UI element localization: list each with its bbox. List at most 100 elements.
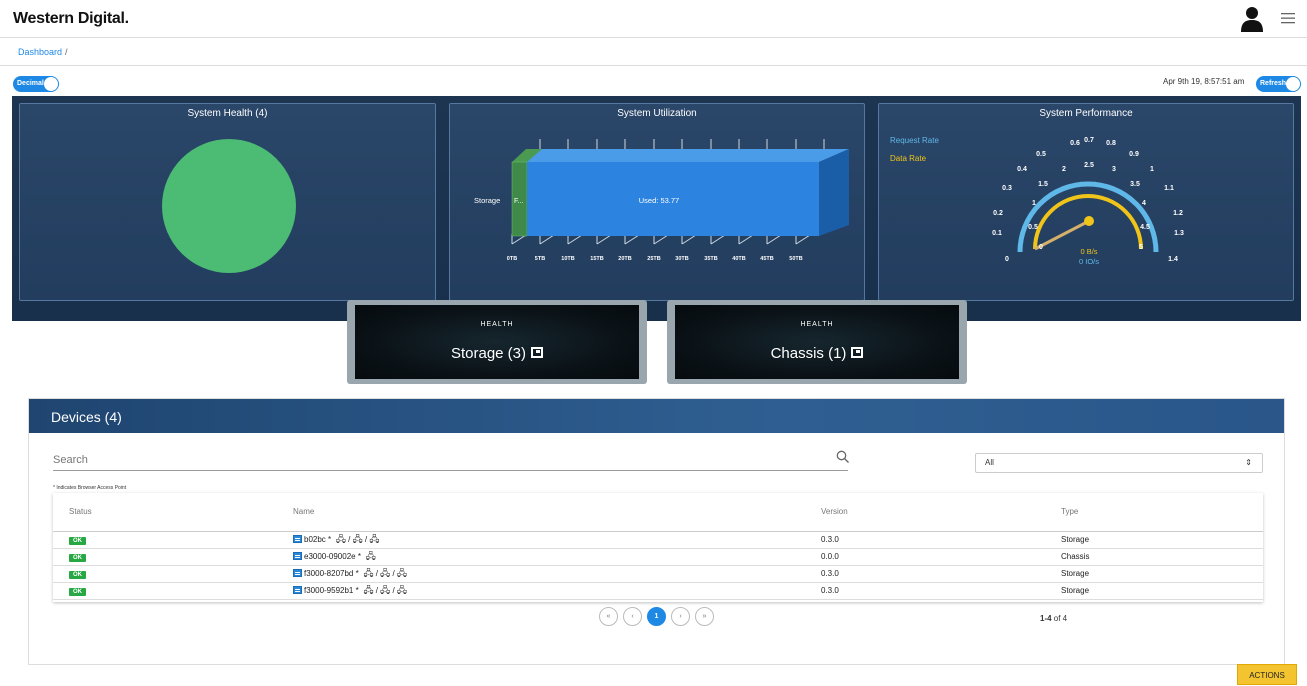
inner-tick-label: 4.5 — [1140, 224, 1150, 231]
pagination-range: 1-4 of 4 — [1040, 614, 1067, 623]
outer-tick-label: 1 — [1150, 166, 1154, 173]
next-page-button[interactable]: › — [671, 607, 690, 626]
outer-tick-label: 0.6 — [1070, 140, 1080, 147]
axis-tick-label: 40TB — [732, 256, 745, 262]
performance-gauge[interactable]: Request Rate Data Rate 0 0.1 0.2 0.3 0.4… — [879, 104, 1295, 302]
column-header-version[interactable]: Version — [821, 493, 1061, 532]
utilization-3d-bar-chart[interactable]: Storage F... Used: 53.77 0TB 5TB 10TB 15… — [450, 104, 866, 302]
inner-scale-ticks: 0 0.5 1 1.5 2 2.5 3 3.5 4 4.5 5 — [1028, 162, 1150, 251]
device-name-link[interactable]: b02bc * — [304, 535, 331, 544]
hamburger-menu-icon[interactable] — [1280, 10, 1296, 26]
western-digital-logo[interactable]: Western Digital. — [13, 10, 129, 28]
version-cell: 0.3.0 — [821, 565, 1061, 583]
health-card-title: Chassis (1) — [770, 345, 847, 362]
outer-tick-label: 0 — [1005, 256, 1009, 263]
first-page-button[interactable]: « — [599, 607, 618, 626]
health-card-label: HEALTH — [480, 321, 514, 328]
outer-tick-label: 0.4 — [1017, 166, 1027, 173]
decimal-toggle[interactable]: Decimal — [13, 76, 59, 92]
health-card-inner: HEALTH Storage (3) — [355, 305, 639, 379]
status-badge: OK — [69, 536, 86, 545]
axis-tick-label: 10TB — [561, 256, 574, 262]
network-icon[interactable]: 🖧 — [361, 585, 373, 595]
axis-tick-label: 45TB — [760, 256, 773, 262]
devices-section: Devices (4) All ⇕ * Indicates Browser Ac… — [28, 398, 1285, 665]
table-row[interactable]: OK b02bc * 🖧 / 🖧 / 🖧 0.3.0 Storage — [53, 531, 1263, 549]
actions-button[interactable]: ACTIONS — [1237, 664, 1297, 685]
inner-tick-label: 4 — [1142, 200, 1146, 207]
name-cell: e3000-09002e * 🖧 — [293, 548, 821, 566]
open-window-icon[interactable] — [851, 347, 864, 358]
outer-tick-label: 0.9 — [1129, 151, 1139, 158]
column-header-status[interactable]: Status — [53, 493, 293, 532]
axis-tick-label: 20TB — [618, 256, 631, 262]
inner-tick-label: 1.5 — [1038, 181, 1048, 188]
devices-title: Devices (4) — [51, 409, 122, 425]
device-name-link[interactable]: e3000-09002e * — [304, 552, 361, 561]
open-window-icon[interactable] — [531, 347, 544, 358]
utilization-axis-ticks: 0TB 5TB 10TB 15TB 20TB 25TB 30TB 35TB 40… — [507, 256, 803, 262]
axis-tick-label: 15TB — [590, 256, 603, 262]
status-cell: OK — [53, 582, 293, 600]
last-page-button[interactable]: » — [695, 607, 714, 626]
device-name-link[interactable]: f3000-8207bd * — [304, 569, 359, 578]
device-type-filter-select[interactable]: All ⇕ — [975, 453, 1263, 473]
type-cell: Storage — [1061, 531, 1263, 549]
outer-tick-label: 0.5 — [1036, 151, 1046, 158]
outer-tick-label: 0.7 — [1084, 137, 1094, 144]
inner-tick-label: 2.5 — [1084, 162, 1094, 169]
used-bar-top — [527, 149, 849, 162]
health-card-inner: HEALTH Chassis (1) — [675, 305, 959, 379]
status-cell: OK — [53, 531, 293, 549]
inner-tick-label: 2 — [1062, 166, 1066, 173]
breadcrumb-bar: Dashboard / — [0, 39, 1307, 66]
free-segment-label: F... — [514, 198, 523, 205]
health-card-storage[interactable]: HEALTH Storage (3) — [347, 300, 647, 384]
health-card-title: Storage (3) — [450, 345, 527, 362]
status-badge: OK — [69, 553, 86, 562]
filter-selected-value: All — [985, 458, 994, 467]
user-icon[interactable] — [1240, 6, 1264, 32]
column-header-type[interactable]: Type — [1061, 493, 1263, 532]
breadcrumb: Dashboard / — [18, 47, 68, 57]
device-name-link[interactable]: f3000-9592b1 * — [304, 586, 359, 595]
network-icon[interactable]: 🖧 — [397, 585, 407, 595]
name-cell: f3000-8207bd * 🖧 / 🖧 / 🖧 — [293, 565, 821, 583]
network-icon[interactable]: 🖧 — [333, 534, 346, 544]
page-1-button[interactable]: 1 — [647, 607, 666, 626]
network-icon[interactable]: 🖧 — [361, 568, 373, 578]
toggle-knob — [44, 77, 58, 91]
table-row[interactable]: OK e3000-09002e * 🖧 0.0.0 Chassis — [53, 548, 1263, 566]
search-icon[interactable] — [836, 450, 850, 464]
refresh-toggle[interactable]: Refresh — [1256, 76, 1301, 92]
search-input[interactable] — [53, 451, 813, 469]
axis-tick-label: 30TB — [675, 256, 688, 262]
table-row[interactable]: OK f3000-9592b1 * 🖧 / 🖧 / 🖧 0.3.0 Storag… — [53, 582, 1263, 600]
inner-tick-label: 0 — [1039, 244, 1043, 251]
network-icon[interactable]: 🖧 — [397, 568, 407, 578]
network-icon[interactable]: 🖧 — [353, 534, 363, 544]
breadcrumb-dashboard-link[interactable]: Dashboard — [18, 47, 62, 57]
health-card-chassis-name: Chassis (1) — [675, 345, 959, 362]
gauge-needle — [1034, 219, 1090, 251]
network-icon[interactable]: 🖧 — [369, 534, 379, 544]
health-card-label: HEALTH — [800, 321, 834, 328]
axis-tick-label: 25TB — [647, 256, 660, 262]
network-icon[interactable]: 🖧 — [380, 585, 390, 595]
used-segment-label: Used: 53.77 — [639, 196, 679, 205]
previous-page-button[interactable]: ‹ — [623, 607, 642, 626]
network-icon[interactable]: 🖧 — [380, 568, 390, 578]
outer-tick-label: 0.1 — [992, 230, 1002, 237]
pagination-range-bold: 1-4 — [1040, 614, 1052, 623]
table-row[interactable]: OK f3000-8207bd * 🖧 / 🖧 / 🖧 0.3.0 Storag… — [53, 565, 1263, 583]
status-badge: OK — [69, 570, 86, 579]
health-pie-chart[interactable] — [20, 104, 437, 302]
browser-access-note: * Indicates Browser Access Point — [53, 485, 127, 491]
device-icon — [293, 551, 302, 560]
table-header-row: Status Name Version Type — [53, 493, 1263, 532]
select-caret-icon: ⇕ — [1245, 458, 1252, 467]
column-header-name[interactable]: Name — [293, 493, 821, 532]
health-card-chassis[interactable]: HEALTH Chassis (1) — [667, 300, 967, 384]
system-performance-panel: System Performance Request Rate Data Rat… — [878, 103, 1294, 301]
network-icon[interactable]: 🖧 — [363, 551, 376, 561]
